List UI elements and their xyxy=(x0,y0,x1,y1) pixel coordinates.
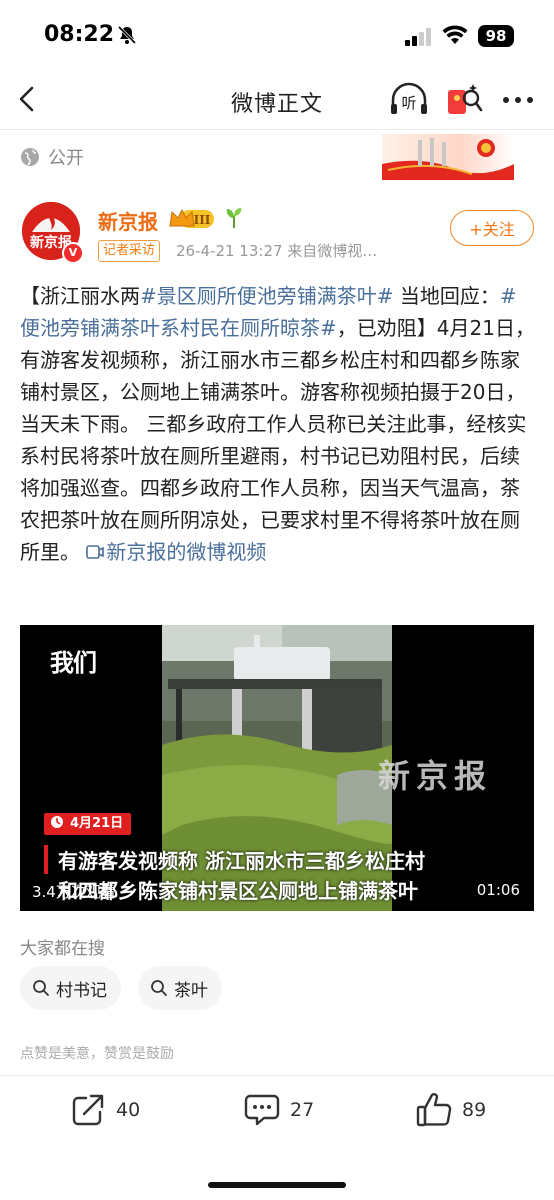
trending-search-chip[interactable]: 村书记 xyxy=(20,966,121,1010)
video-link-icon xyxy=(86,545,105,559)
author-row: 新京报 V 新京报 III 记者采访 26-4-21 13:27 来自微博视… … xyxy=(20,196,540,266)
hashtag-link[interactable]: #景区厕所便池旁铺满茶叶# xyxy=(140,284,394,308)
verified-badge: V xyxy=(62,242,84,264)
video-link[interactable]: 新京报的微博视频 xyxy=(86,540,266,564)
battery-indicator: 98 xyxy=(478,25,514,47)
signal-icon xyxy=(405,28,431,46)
video-channel-logo: 我们 xyxy=(50,649,97,677)
visibility-row: 公开 xyxy=(20,142,84,172)
like-button[interactable]: 89 xyxy=(416,1092,486,1128)
listen-headphones-icon[interactable]: 听 xyxy=(388,80,430,118)
thumbs-up-icon xyxy=(416,1093,452,1127)
video-duration: 01:06 xyxy=(476,881,520,899)
globe-icon xyxy=(21,148,39,166)
trending-search-title: 大家都在搜 xyxy=(20,939,105,959)
reporter-tag: 记者采访 xyxy=(98,240,161,262)
nav-divider xyxy=(0,129,554,130)
trending-search-chip[interactable]: 茶叶 xyxy=(138,966,222,1010)
visibility-label: 公开 xyxy=(48,148,84,169)
action-bar-divider xyxy=(0,1075,554,1076)
post-meta: 26-4-21 13:27 来自微博视… xyxy=(176,242,378,260)
author-name[interactable]: 新京报 xyxy=(98,206,158,235)
home-indicator xyxy=(208,1182,346,1188)
repost-icon xyxy=(72,1094,104,1126)
nav-bar: 微博正文 听 xyxy=(0,72,554,128)
clock-icon xyxy=(51,816,63,828)
post-text-part: 【浙江丽水两 xyxy=(20,284,140,308)
trending-search-chip-label: 茶叶 xyxy=(174,980,208,1001)
more-options-icon[interactable] xyxy=(500,88,536,112)
post-text-part: ，已劝阻】4月21日，有游客发视频称，浙江丽水市三都乡松庄村和四都乡陈家铺村景区… xyxy=(20,316,535,564)
search-icon xyxy=(151,980,167,996)
comment-button[interactable]: 27 xyxy=(244,1092,314,1128)
sprout-icon xyxy=(226,208,242,228)
comment-icon xyxy=(244,1094,280,1126)
follow-button[interactable]: +关注 xyxy=(450,210,534,246)
search-icon xyxy=(33,980,49,996)
video-date-badge: 4月21日 xyxy=(44,813,132,835)
trending-search-chip-label: 村书记 xyxy=(56,980,107,1001)
like-count: 89 xyxy=(462,1099,487,1121)
comment-count: 27 xyxy=(290,1099,315,1121)
video-player[interactable]: 我们 新京报 4月21日 有游客发视频称 浙江丽水市三都乡松庄村 和四都乡陈家铺… xyxy=(20,625,534,911)
post-text: 【浙江丽水两#景区厕所便池旁铺满茶叶# 当地回应：#便池旁铺满茶叶系村民在厕所晾… xyxy=(20,280,536,568)
status-time: 08:22 xyxy=(44,22,115,47)
bell-off-icon xyxy=(117,25,137,45)
like-hint: 点赞是美意，赞赏是鼓励 xyxy=(20,1046,174,1062)
svg-text:听: 听 xyxy=(401,94,416,112)
video-view-count: 3.4万次观看 xyxy=(32,883,116,901)
wifi-icon xyxy=(442,25,468,44)
red-packet-search-icon[interactable] xyxy=(445,82,483,118)
video-date-text: 4月21日 xyxy=(70,816,124,831)
status-bar: 08:22 98 xyxy=(0,0,554,72)
decorative-banner xyxy=(382,134,514,180)
crown-vip-badge-icon: III xyxy=(169,208,214,228)
video-watermark: 新京报 xyxy=(378,757,493,795)
video-link-label: 新京报的微博视频 xyxy=(106,540,267,564)
action-bar: 40 27 89 xyxy=(0,1080,554,1150)
post-text-part: 当地回应： xyxy=(393,284,500,308)
repost-button[interactable]: 40 xyxy=(70,1092,140,1128)
vip-level: III xyxy=(194,213,211,227)
video-caption-line-1: 有游客发视频称 浙江丽水市三都乡松庄村 xyxy=(44,845,425,874)
repost-count: 40 xyxy=(116,1099,141,1121)
